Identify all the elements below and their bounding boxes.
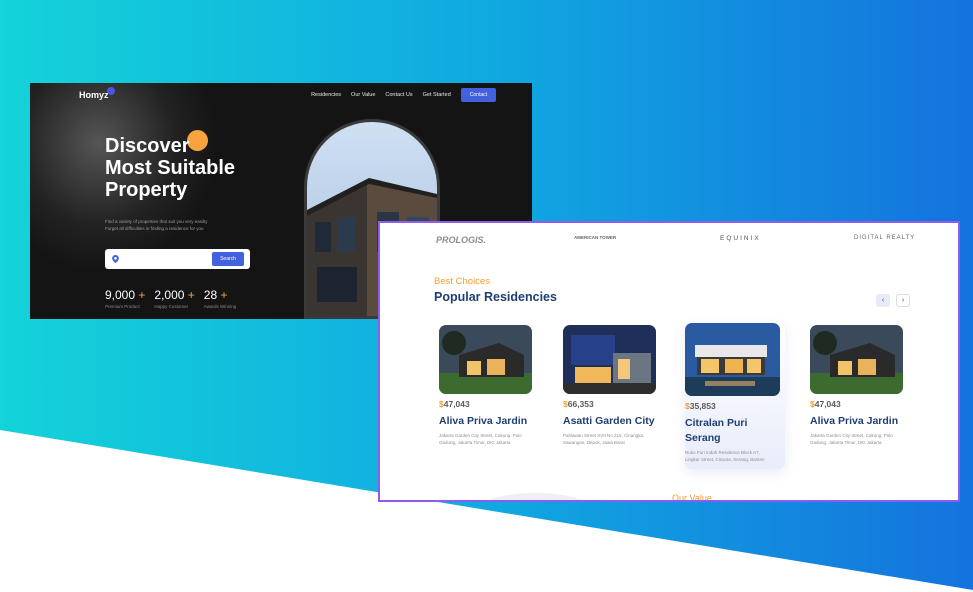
contact-button[interactable]: Contact — [460, 88, 496, 102]
residency-card[interactable]: $47,043 Aliva Priva Jardin Jakarta Garde… — [810, 325, 910, 446]
nav-link-get-started[interactable]: Get Started — [423, 92, 451, 98]
headline-line-2: Most Suitable — [105, 157, 236, 179]
residency-image — [439, 325, 532, 394]
stat-label: Premium Product — [105, 304, 140, 309]
nav-link-contact-us[interactable]: Contact Us — [385, 92, 412, 98]
price-value: 66,353 — [567, 399, 594, 409]
residency-address: Pahlawan Street XVII No.215, Cinangka, S… — [563, 433, 645, 445]
residency-card-active[interactable]: $35,853 Citralan Puri Serang Ruko Puri I… — [685, 323, 785, 469]
residencies-section-mockup: PROLOGIS. AMERICAN TOWER EQUINIX DIGITAL… — [378, 221, 960, 502]
stat-value: 9,000 — [105, 288, 136, 302]
residency-image — [685, 323, 780, 396]
hero-description: Find a variety of properties that suit y… — [105, 218, 208, 232]
stat-label: Awards Winning — [203, 304, 237, 309]
stat-plus: + — [138, 288, 146, 302]
residency-address: Ruko Puri Indah Residence Block A7, Ling… — [685, 450, 765, 462]
hero-stats: 9,000 + Premium Product 2,000 + Happy Cu… — [105, 288, 236, 309]
residency-name: Aliva Priva Jardin — [439, 415, 528, 427]
decorative-bubble — [480, 493, 590, 500]
residency-image — [810, 325, 903, 394]
nav-link-residencies[interactable]: Residencies — [311, 92, 341, 98]
stat-plus: + — [187, 288, 195, 302]
next-section-title: Our Value — [672, 493, 712, 502]
hero-description-line-1: Find a variety of properties that suit y… — [105, 219, 208, 224]
section-title: Popular Residencies — [434, 290, 557, 304]
search-button[interactable]: Search — [212, 252, 244, 266]
partner-logo-american-tower: AMERICAN TOWER — [574, 235, 617, 240]
hero-description-line-2: Forget all difficulties in finding a res… — [105, 226, 204, 231]
section-subtitle: Best Choices — [434, 276, 490, 287]
residency-card[interactable]: $66,353 Asatti Garden City Pahlawan Stre… — [563, 325, 663, 446]
hero-headline: Discover Most Suitable Property — [105, 135, 235, 201]
stat-value: 28 — [203, 288, 218, 302]
headline-line-3: Property — [105, 179, 188, 201]
price-value: 35,853 — [689, 401, 716, 411]
stat-label: Happy Customer — [154, 304, 189, 309]
residency-price: $47,043 — [439, 399, 539, 409]
stat-premium-product: 9,000 + Premium Product — [105, 288, 145, 309]
stat-plus: + — [220, 288, 228, 302]
carousel-next-button[interactable]: › — [896, 294, 910, 307]
residency-address: Jakarta Garden City Street, Cakung. Pulo… — [810, 433, 893, 445]
residency-card[interactable]: $47,043 Aliva Priva Jardin Jakarta Garde… — [439, 325, 539, 446]
logo[interactable]: Homyz — [79, 90, 109, 100]
partner-logo-prologis: PROLOGIS. — [436, 235, 487, 245]
headline-line-1: Discover — [105, 135, 190, 157]
partner-logo-digital-realty: DIGITAL REALTY — [854, 235, 916, 241]
price-value: 47,043 — [814, 399, 841, 409]
main-nav: Residencies Our Value Contact Us Get Sta… — [311, 88, 496, 102]
stat-happy-customer: 2,000 + Happy Customer — [154, 288, 194, 309]
residency-name: Asatti Garden City — [563, 415, 655, 427]
stat-value: 2,000 — [154, 288, 185, 302]
residency-name: Aliva Priva Jardin — [810, 415, 899, 427]
stat-awards-winning: 28 + Awards Winning — [204, 288, 236, 309]
logo-dot-icon — [107, 87, 115, 95]
nav-link-our-value[interactable]: Our Value — [351, 92, 375, 98]
residency-price: $35,853 — [685, 401, 785, 411]
carousel-prev-button[interactable]: ‹ — [876, 294, 890, 307]
price-value: 47,043 — [443, 399, 470, 409]
residency-price: $66,353 — [563, 399, 663, 409]
partner-logo-equinix: EQUINIX — [720, 235, 761, 242]
residency-image — [563, 325, 656, 394]
residency-price: $47,043 — [810, 399, 910, 409]
residency-address: Jakarta Garden City Street, Cakung. Pulo… — [439, 433, 522, 445]
location-pin-icon — [112, 255, 119, 263]
search-input[interactable]: Search — [105, 249, 250, 269]
residency-name: Citralan Puri Serang — [685, 417, 748, 444]
